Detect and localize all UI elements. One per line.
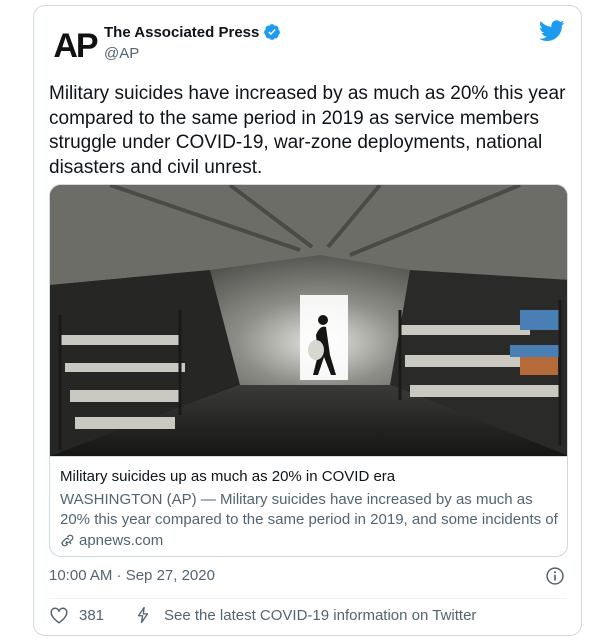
covid-info-link[interactable]: See the latest COVID-19 information on T… — [164, 607, 476, 624]
heart-icon[interactable] — [49, 606, 69, 624]
link-domain-text: apnews.com — [79, 532, 164, 549]
author-name-row[interactable]: The Associated Press — [104, 23, 281, 41]
tweet-embed[interactable]: AP The Associated Press @AP Military sui… — [33, 5, 582, 636]
link-info[interactable]: Military suicides up as much as 20% in C… — [50, 456, 567, 556]
link-domain[interactable]: apnews.com — [60, 532, 163, 549]
tweet-text: Military suicides have increased by as m… — [49, 83, 566, 178]
link-icon — [61, 534, 74, 547]
link-title[interactable]: Military suicides up as much as 20% in C… — [60, 468, 395, 485]
author-handle[interactable]: @AP — [104, 45, 139, 62]
author-avatar[interactable]: AP — [51, 22, 99, 70]
info-icon[interactable] — [545, 566, 565, 586]
author-display-name[interactable]: The Associated Press — [104, 24, 259, 41]
link-preview-card[interactable]: Military suicides up as much as 20% in C… — [49, 184, 568, 557]
tweet-timestamp[interactable]: 10:00 AM · Sep 27, 2020 — [49, 567, 215, 584]
action-bar: 381 See the latest COVID-19 information … — [49, 605, 476, 625]
lightning-bolt-icon — [137, 606, 149, 624]
twitter-bird-icon[interactable] — [539, 20, 565, 42]
ap-logo-text: AP — [53, 26, 98, 65]
like-count[interactable]: 381 — [79, 607, 104, 624]
verified-badge-icon — [264, 24, 281, 40]
divider — [49, 598, 566, 599]
article-photo — [50, 185, 567, 456]
